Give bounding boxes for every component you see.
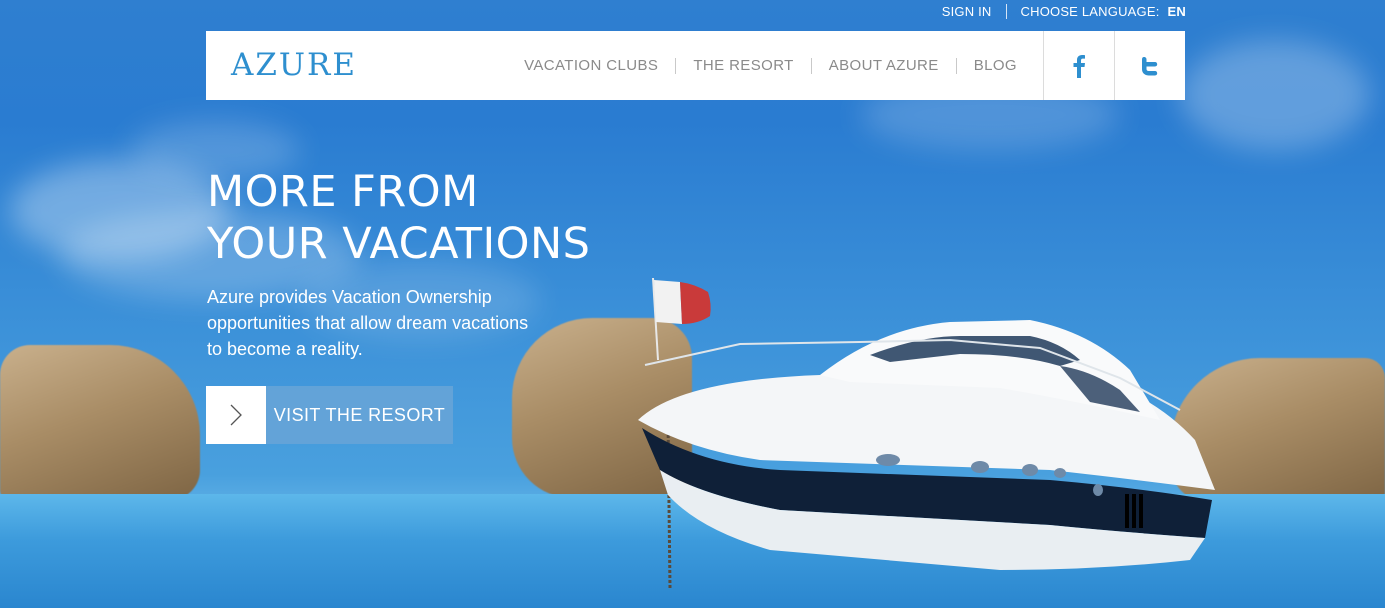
facebook-icon [1073,54,1085,78]
cloud [1180,40,1370,150]
chevron-right-icon [230,404,242,426]
twitter-button[interactable] [1114,31,1185,100]
headline-line-2: YOUR VACATIONS [207,219,591,269]
cta-arrow-box[interactable] [206,386,266,444]
rock-formation-left [0,345,200,500]
headline-line-1: MORE FROM [207,167,479,217]
utility-bar: SIGN IN CHOOSE LANGUAGE: EN [942,4,1186,19]
main-nav: VACATION CLUBS THE RESORT ABOUT AZURE BL… [524,31,1017,100]
nav-item-blog[interactable]: BLOG [974,57,1017,74]
header-bar: AZURE VACATION CLUBS THE RESORT ABOUT AZ… [206,31,1185,100]
yacht-image [638,277,1215,589]
logo[interactable]: AZURE [231,47,357,83]
sign-in-link[interactable]: SIGN IN [942,4,992,19]
visit-the-resort-button[interactable]: VISIT THE RESORT [206,386,453,444]
cta-label[interactable]: VISIT THE RESORT [266,386,453,444]
hero-subtext: Azure provides Vacation Ownership opport… [207,287,529,359]
language-selector[interactable]: EN [1168,4,1186,19]
nav-divider [955,57,957,74]
facebook-button[interactable] [1043,31,1114,100]
malta-flag [654,280,711,324]
nav-item-vacation-clubs[interactable]: VACATION CLUBS [524,57,658,74]
nav-divider [675,57,677,74]
nav-divider [810,57,812,74]
nav-item-about-azure[interactable]: ABOUT AZURE [829,57,939,74]
nav-item-the-resort[interactable]: THE RESORT [693,57,793,74]
twitter-icon [1142,56,1158,75]
hero-headline: MORE FROM YOUR VACATIONS [207,166,590,270]
language-label: CHOOSE LANGUAGE: [1020,4,1160,19]
utility-divider [1005,4,1007,19]
